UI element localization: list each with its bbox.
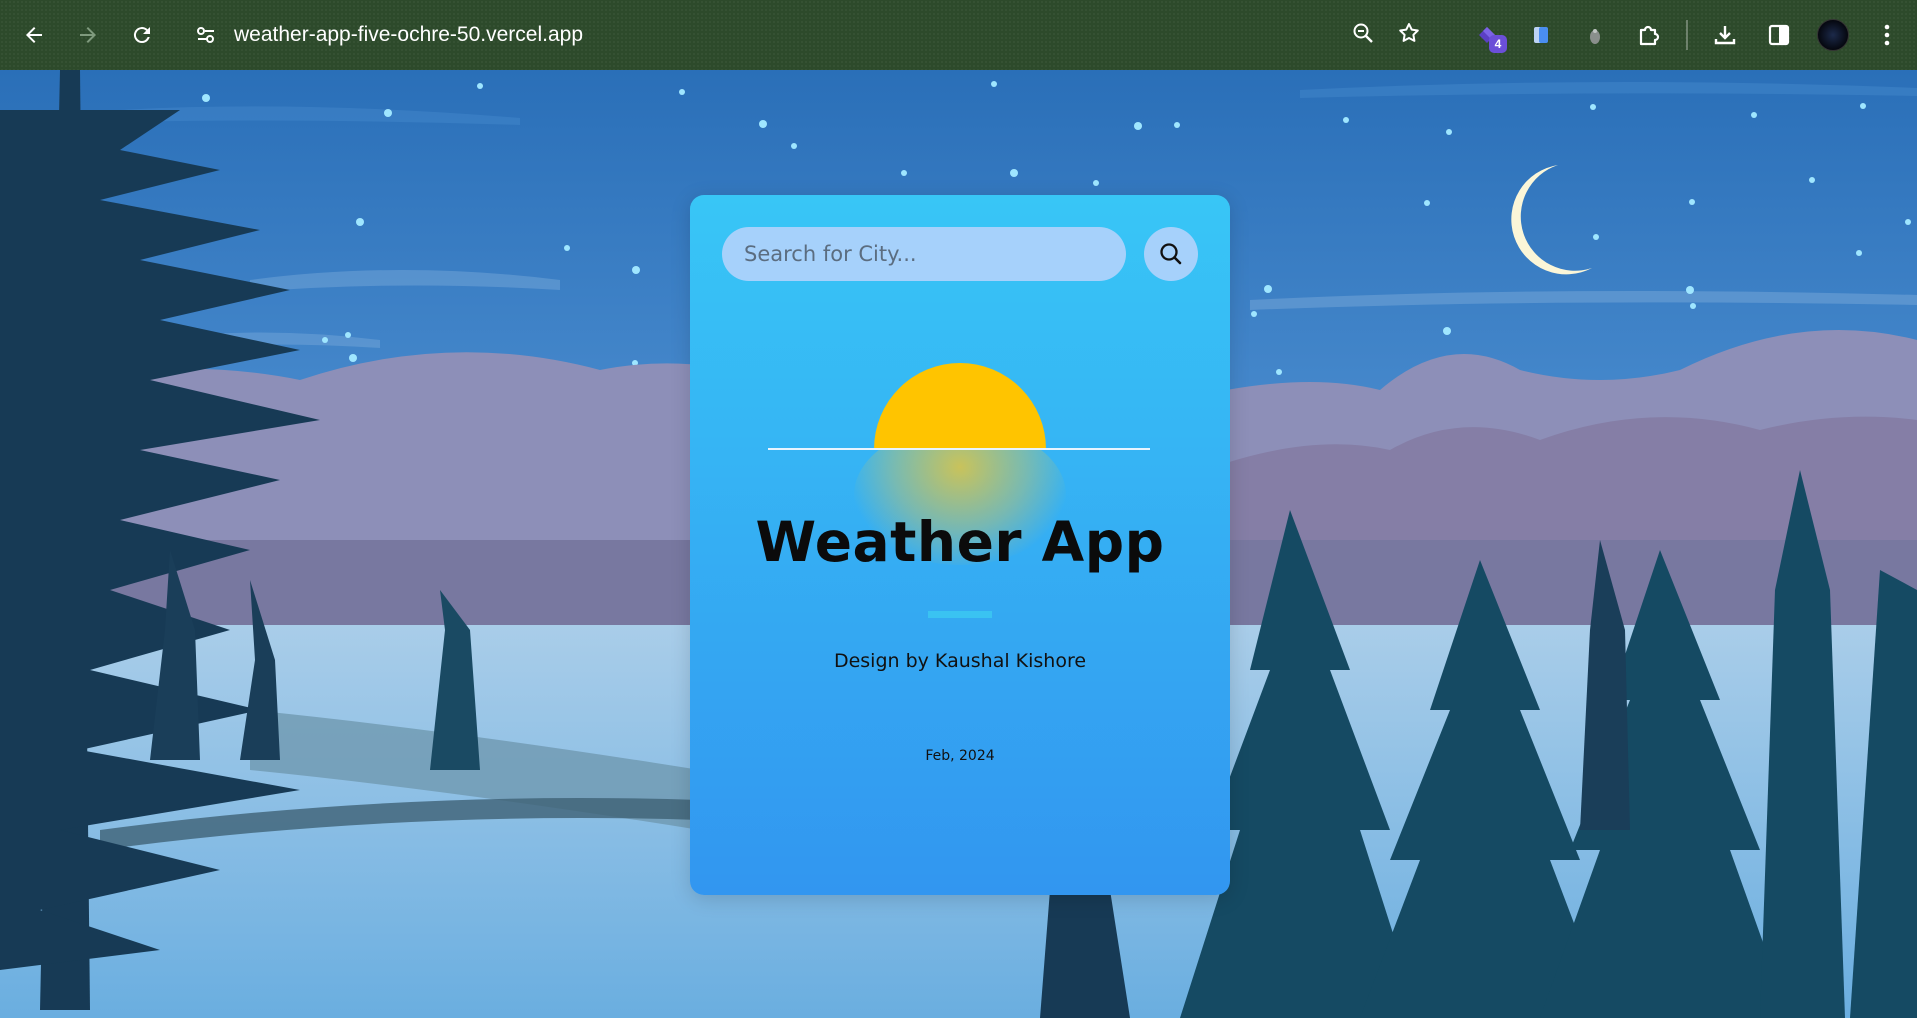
toolbar-actions: 4 — [1460, 0, 1917, 70]
download-icon[interactable] — [1703, 13, 1747, 57]
page-viewport: Weather App Design by Kaushal Kishore Fe… — [0, 70, 1917, 1018]
kebab-menu-icon[interactable] — [1865, 13, 1909, 57]
browser-toolbar: weather-app-five-ochre-50.vercel.app 4 — [0, 0, 1917, 70]
search-button[interactable] — [1144, 227, 1198, 281]
app-title: Weather App — [755, 510, 1165, 574]
sunrise-illustration — [768, 345, 1152, 565]
bookmark-star-icon[interactable] — [1397, 21, 1421, 50]
url-text[interactable]: weather-app-five-ochre-50.vercel.app — [234, 23, 583, 47]
profile-avatar[interactable] — [1811, 13, 1855, 57]
side-panel-icon[interactable] — [1757, 13, 1801, 57]
address-bar[interactable]: weather-app-five-ochre-50.vercel.app — [180, 12, 1435, 58]
back-icon — [26, 27, 42, 43]
search-icon — [1160, 243, 1182, 265]
title-underline — [928, 611, 992, 618]
reload-button[interactable] — [122, 15, 162, 55]
extension-icon[interactable] — [1519, 13, 1563, 57]
extension-icon[interactable] — [1573, 13, 1617, 57]
forward-button[interactable] — [68, 15, 108, 55]
weather-card: Weather App Design by Kaushal Kishore Fe… — [690, 195, 1230, 895]
extension-badge: 4 — [1489, 35, 1507, 53]
city-search-input[interactable] — [722, 227, 1126, 281]
extension-icon[interactable]: 4 — [1465, 13, 1509, 57]
site-settings-icon[interactable] — [192, 21, 220, 49]
zoom-icon[interactable] — [1351, 21, 1375, 50]
horizon-line — [768, 448, 1150, 450]
extensions-puzzle-icon[interactable] — [1627, 13, 1671, 57]
designer-credit: Design by Kaushal Kishore — [833, 650, 1087, 672]
back-button[interactable] — [14, 15, 54, 55]
toolbar-divider — [1686, 20, 1688, 50]
date-label: Feb, 2024 — [925, 748, 995, 764]
forward-icon — [80, 27, 96, 43]
reload-icon — [133, 27, 150, 44]
